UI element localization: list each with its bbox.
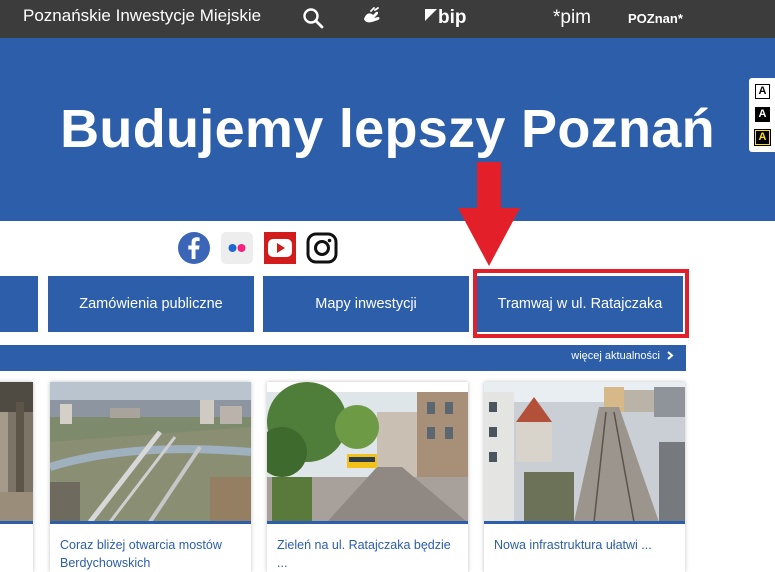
contrast-yellow-button[interactable]: A <box>754 129 771 146</box>
sign-language-icon[interactable] <box>361 4 385 32</box>
card-separator <box>50 521 251 524</box>
card-separator <box>0 521 33 524</box>
nav-button-investment-maps[interactable]: Mapy inwestycji <box>263 276 469 332</box>
news-card-title: Zieleń na ul. Ratajczaka będzie ... <box>277 538 451 570</box>
site-title[interactable]: Poznańskie Inwestycje Miejskie <box>23 6 261 26</box>
card-separator <box>267 521 468 524</box>
instagram-icon[interactable] <box>306 232 338 264</box>
top-bar: Poznańskie Inwestycje Miejskie bip *pim … <box>0 0 775 38</box>
card-separator <box>484 521 685 524</box>
search-icon[interactable] <box>302 4 324 32</box>
annotation-arrow-icon <box>458 162 520 268</box>
contrast-switcher: A A A <box>749 78 775 152</box>
news-card[interactable]: Nowa infrastruktura ułatwi ... <box>484 382 685 572</box>
hero-banner: Budujemy lepszy Poznań <box>0 38 775 221</box>
facebook-icon[interactable] <box>178 232 210 264</box>
bip-logo[interactable]: bip <box>425 4 467 32</box>
more-news-label: więcej aktualności <box>571 350 660 362</box>
news-card[interactable]: Zieleń na ul. Ratajczaka będzie ... <box>267 382 468 572</box>
youtube-icon[interactable] <box>264 232 296 264</box>
chevron-right-icon <box>667 351 674 360</box>
news-card-image <box>484 382 685 522</box>
news-card[interactable]: Coraz bliżej otwarcia mostów Berdychowsk… <box>50 382 251 572</box>
news-bar: więcej aktualności <box>0 345 686 371</box>
news-card-image <box>50 382 251 522</box>
news-card-image <box>267 382 468 522</box>
annotation-highlight-box <box>473 269 689 338</box>
page-title: Budujemy lepszy Poznań <box>60 99 715 159</box>
pim-label: *pim <box>553 7 592 28</box>
poznan-label: POZnan* <box>628 10 683 26</box>
bip-label: bip <box>438 7 467 28</box>
news-card-title: Coraz bliżej otwarcia mostów Berdychowsk… <box>60 538 222 570</box>
nav-button-partial[interactable] <box>0 276 38 332</box>
news-card[interactable] <box>0 382 33 572</box>
pim-logo[interactable]: *pim <box>553 4 591 32</box>
news-card-image <box>0 382 33 522</box>
contrast-dark-button[interactable]: A <box>755 107 770 122</box>
more-news-link[interactable]: więcej aktualności <box>571 350 674 362</box>
nav-button-public-procurement[interactable]: Zamówienia publiczne <box>48 276 254 332</box>
flickr-icon[interactable] <box>221 232 253 264</box>
news-card-title: Nowa infrastruktura ułatwi ... <box>494 538 652 552</box>
contrast-normal-button[interactable]: A <box>755 84 770 99</box>
poznan-logo[interactable]: POZnan* <box>628 4 683 32</box>
